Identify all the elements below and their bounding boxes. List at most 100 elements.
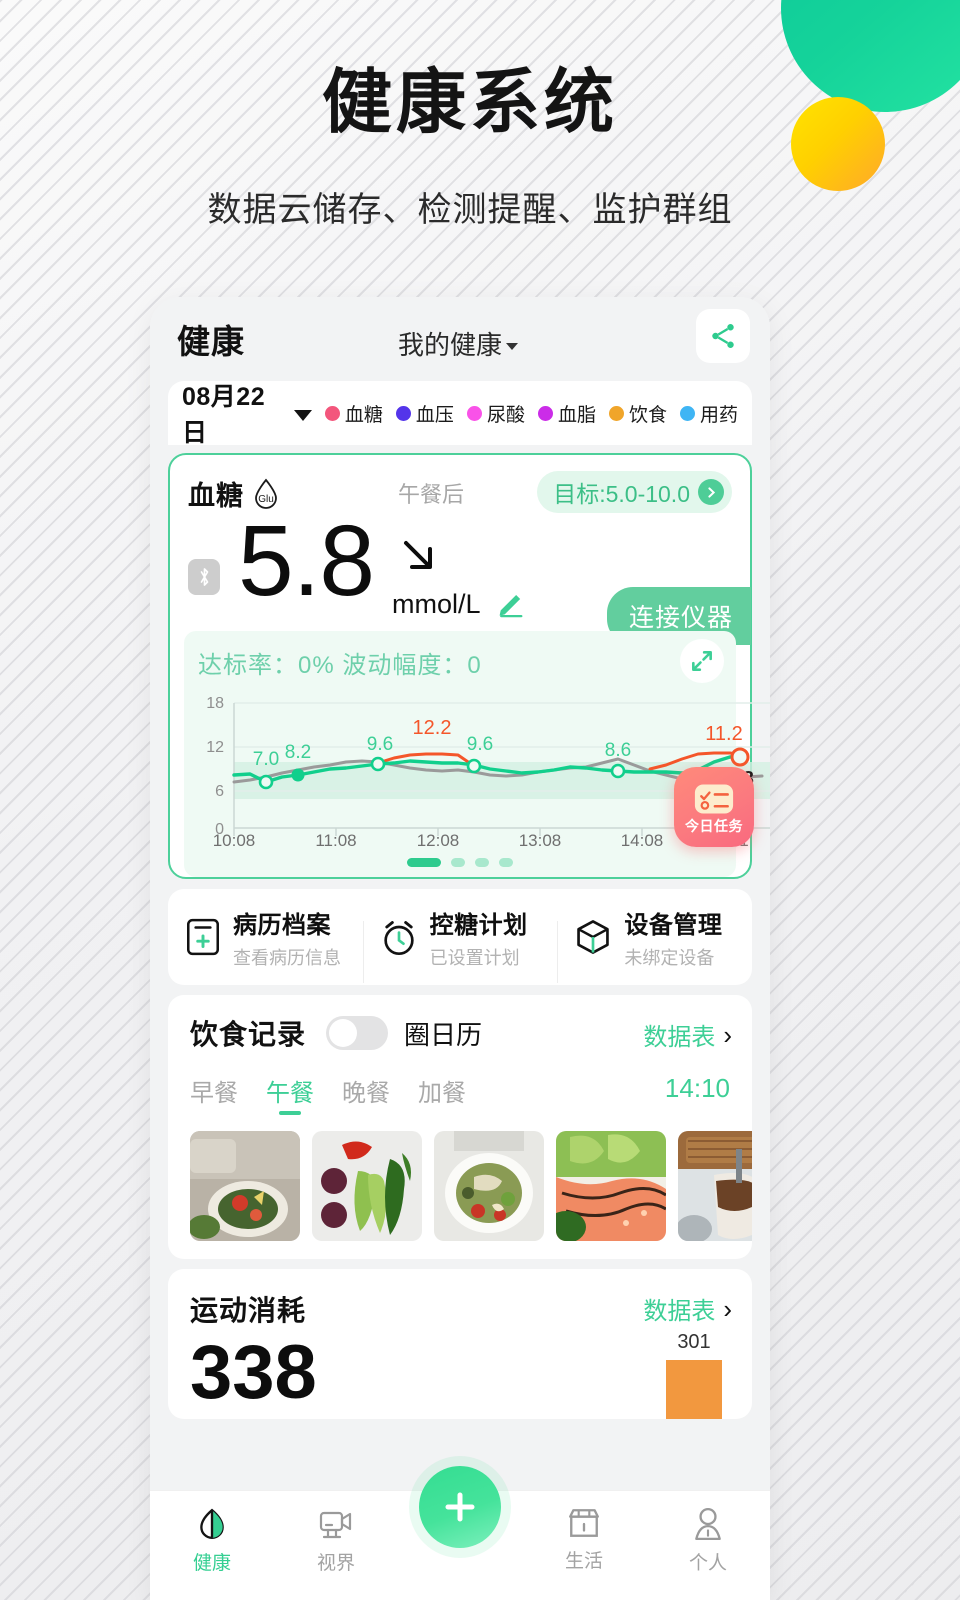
bottom-nav: 健康 视界 生活 个人 [150, 1466, 770, 1600]
alarm-clock-icon [384, 921, 414, 955]
profile-switcher-label: 我的健康 [398, 330, 503, 360]
trend-down-right-arrow-icon [404, 541, 432, 569]
exercise-bar [666, 1360, 722, 1419]
glucose-title: 血糖 [188, 480, 244, 511]
meal-tab-snack[interactable]: 加餐 [418, 1073, 466, 1115]
glucose-value: 5.8 [238, 505, 375, 617]
shortcut-device-manage[interactable]: 设备管理 未绑定设备 [557, 905, 752, 983]
date-label[interactable]: 08月22日 [182, 377, 286, 449]
legend-item-glucose[interactable]: 血糖 [324, 400, 383, 427]
food-photo-iced-drink[interactable] [678, 1131, 752, 1241]
carousel-dot-1[interactable] [407, 858, 441, 867]
calendar-toggle[interactable] [326, 1016, 389, 1050]
target-range-chip[interactable]: 目标:5.0-10.0 [537, 471, 732, 513]
legend-label: 尿酸 [486, 404, 525, 426]
meal-tab-breakfast[interactable]: 早餐 [190, 1073, 238, 1115]
plus-icon [445, 1492, 475, 1522]
shortcut-card: 病历档案 查看病历信息 控糖计划 已设置计划 设备管理 未绑定设备 [168, 889, 752, 985]
nav-item-profile[interactable]: 个人 [646, 1507, 770, 1575]
x-tick-5: 14:08 [621, 831, 664, 846]
box-device-icon [577, 920, 610, 954]
legend-dot-icon [395, 405, 411, 421]
pencil-icon[interactable] [495, 587, 527, 624]
exercise-header: 运动消耗 数据表 › [168, 1289, 752, 1329]
date-caret-icon[interactable] [293, 409, 312, 421]
y-tick-6: 6 [215, 783, 224, 800]
carousel-dot-4[interactable] [499, 858, 513, 867]
chart-label-7.0: 7.0 [253, 749, 279, 770]
nav-label: 个人 [688, 1553, 727, 1574]
date-legend-strip: 08月22日 血糖 血压 尿酸 血脂 饮食 用药 [168, 381, 752, 447]
chevron-right-icon [698, 479, 724, 505]
chevron-down-icon [506, 343, 519, 350]
bluetooth-icon[interactable] [188, 559, 220, 595]
chart-label-9.6b: 9.6 [467, 734, 493, 755]
nav-item-video[interactable]: 视界 [274, 1507, 398, 1575]
phone-screen: 健康 我的健康 08月22日 血糖 血压 尿酸 血脂 饮食 用药 血糖 Glu … [150, 297, 770, 1600]
legend-dot-icon [679, 405, 695, 421]
expand-icon[interactable] [680, 639, 724, 683]
food-photo-poke-bowl[interactable] [190, 1131, 300, 1241]
glucose-chart[interactable]: 18 12 6 0 7.0 8.2 9.6 12.2 9.6 8.6 11.2 … [184, 684, 770, 846]
carousel-dot-3[interactable] [475, 858, 489, 867]
x-tick-2: 11:08 [315, 831, 356, 846]
share-button[interactable] [696, 309, 750, 363]
exercise-title: 运动消耗 [190, 1295, 307, 1326]
diet-datasheet-link[interactable]: 数据表 › [643, 1017, 732, 1052]
x-tick-1: 10:08 [213, 831, 256, 846]
nav-item-health[interactable]: 健康 [150, 1507, 274, 1575]
y-tick-12: 12 [206, 739, 224, 756]
leaf-health-icon [200, 1508, 224, 1539]
exercise-value: 338 [190, 1330, 317, 1415]
nav-label: 生活 [564, 1551, 603, 1572]
today-task-fab[interactable]: 今日任务 [674, 767, 754, 847]
add-record-button[interactable] [419, 1466, 501, 1548]
nav-item-life[interactable]: 生活 [522, 1507, 646, 1573]
chart-point-8.6 [610, 763, 626, 779]
legend-item-blood-pressure[interactable]: 血压 [395, 400, 454, 427]
legend-label: 血脂 [557, 404, 596, 426]
glucose-unit: mmol/L [392, 589, 481, 619]
meal-tab-dinner[interactable]: 晚餐 [342, 1073, 390, 1115]
svg-text:Glu: Glu [258, 494, 274, 505]
meal-tabs: 早餐 午餐 晚餐 加餐 14:10 [168, 1073, 752, 1115]
exercise-bar-chart: 301 [666, 1331, 722, 1419]
glucose-card: 血糖 Glu 午餐后 目标:5.0-10.0 5.8 mmol/L 连接仪器 达… [168, 453, 770, 879]
carousel-dots[interactable] [184, 858, 736, 867]
legend-item-diet[interactable]: 饮食 [608, 400, 667, 427]
calendar-toggle-label: 圈日历 [404, 1019, 483, 1050]
legend-item-uric-acid[interactable]: 尿酸 [466, 400, 525, 427]
shortcut-medical-record[interactable]: 病历档案 查看病历信息 [168, 905, 363, 970]
shortcut-title: 病历档案 [233, 911, 331, 939]
diet-title: 饮食记录 [190, 1019, 307, 1050]
meal-tag: 午餐后 [398, 482, 465, 507]
exercise-datasheet-link[interactable]: 数据表 › [643, 1291, 732, 1326]
legend-label: 饮食 [628, 404, 667, 426]
profile-switcher[interactable]: 我的健康 [398, 325, 519, 362]
chart-point-9.6b [466, 758, 482, 774]
nav-label: 健康 [192, 1553, 231, 1574]
glucose-chart-stats: 达标率：0% 波动幅度：0 [198, 652, 482, 679]
food-photo-grain-salad[interactable] [434, 1131, 544, 1241]
legend-dot-icon [324, 405, 340, 421]
legend-item-medication[interactable]: 用药 [679, 400, 738, 427]
today-task-label: 今日任务 [685, 817, 743, 834]
chart-point-8.2 [291, 768, 305, 782]
shortcut-title: 控糖计划 [429, 911, 528, 939]
carousel-dot-2[interactable] [451, 858, 465, 867]
legend-dot-icon [608, 405, 624, 421]
shortcut-subtitle: 已设置计划 [429, 947, 520, 968]
chart-point-7.0 [258, 774, 274, 790]
food-photo-strip[interactable] [168, 1131, 752, 1241]
x-tick-3: 12:08 [417, 831, 460, 846]
task-list-icon [694, 783, 734, 814]
food-photo-veggie-plate[interactable] [312, 1131, 422, 1241]
shortcut-sugar-plan[interactable]: 控糖计划 已设置计划 [362, 905, 558, 983]
legend-dot-icon [537, 405, 553, 421]
legend-item-blood-lipid[interactable]: 血脂 [537, 400, 596, 427]
glucose-chart-panel: 达标率：0% 波动幅度：0 18 12 6 0 7.0 8.2 9.6 12.2… [184, 631, 770, 877]
shortcut-subtitle: 查看病历信息 [233, 947, 341, 968]
food-photo-salmon-avocado[interactable] [556, 1131, 666, 1241]
meal-tab-lunch[interactable]: 午餐 [266, 1073, 314, 1115]
y-tick-18: 18 [206, 695, 224, 712]
